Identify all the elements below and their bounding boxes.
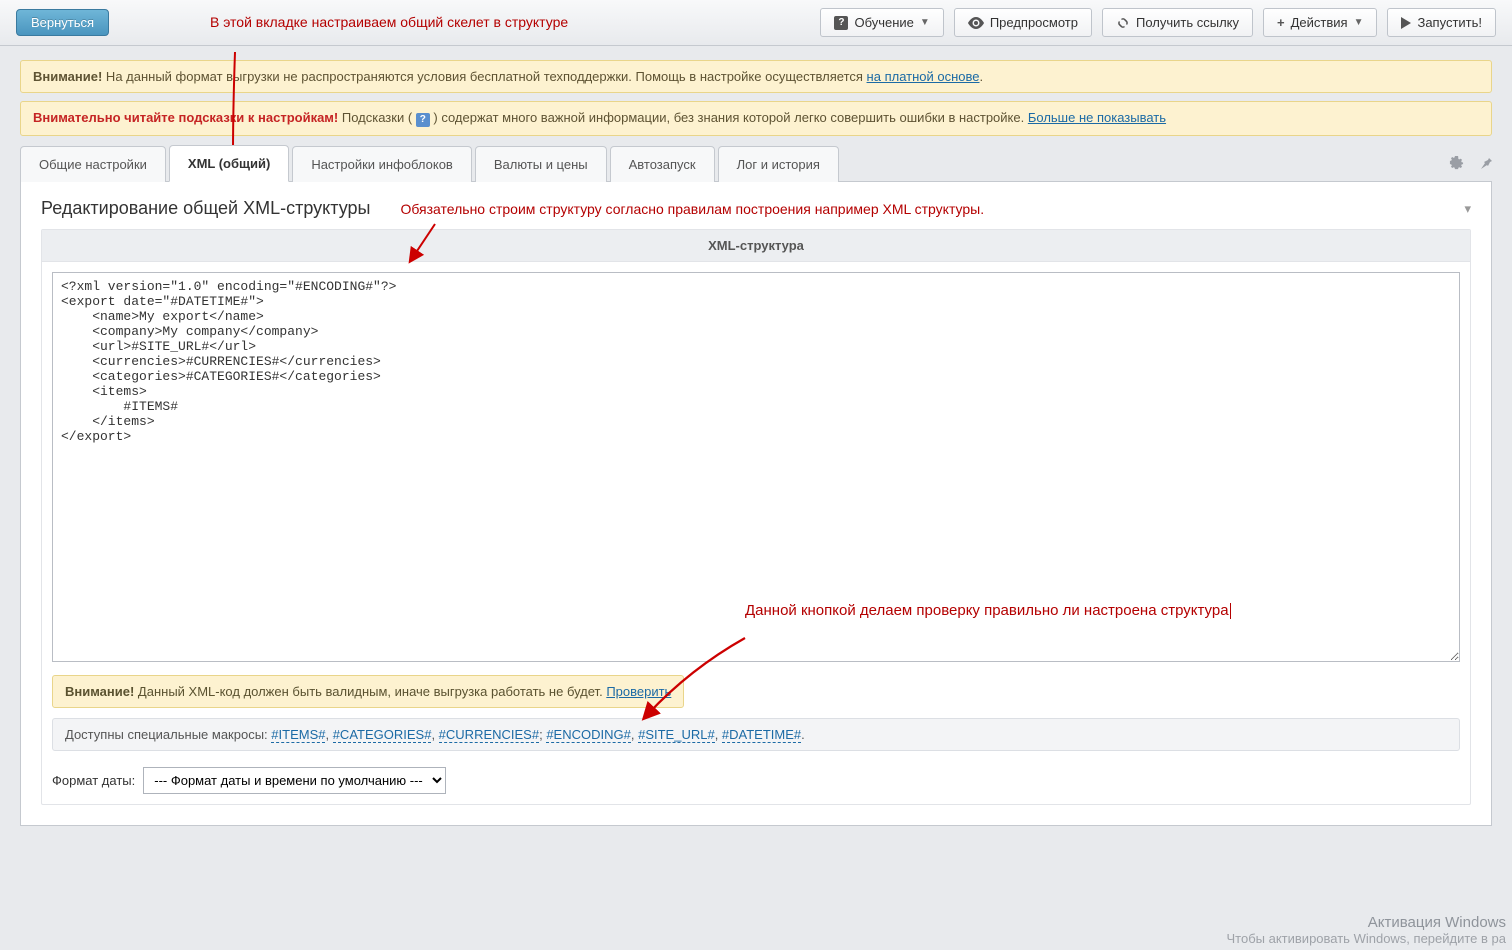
preview-label: Предпросмотр bbox=[990, 15, 1078, 30]
page-title: Редактирование общей XML-структуры bbox=[41, 198, 370, 219]
question-icon: ? bbox=[834, 16, 848, 30]
macros-bar: Доступны специальные макросы: #ITEMS#, #… bbox=[52, 718, 1460, 751]
tab-currencies[interactable]: Валюты и цены bbox=[475, 146, 607, 182]
alert-read-hints: Внимательно читайте подсказки к настройк… bbox=[20, 101, 1492, 136]
validate-text: Данный XML-код должен быть валидным, ина… bbox=[134, 684, 606, 699]
learn-label: Обучение bbox=[854, 15, 913, 30]
actions-label: Действия bbox=[1291, 15, 1348, 30]
annotation-build-note: Обязательно строим структуру согласно пр… bbox=[400, 201, 984, 217]
alert-hints-label: Внимательно читайте подсказки к настройк… bbox=[33, 110, 338, 125]
alert-attention-text: На данный формат выгрузки не распростран… bbox=[102, 69, 866, 84]
pin-icon[interactable] bbox=[1478, 155, 1492, 173]
tab-xml[interactable]: XML (общий) bbox=[169, 145, 289, 182]
date-format-select[interactable]: --- Формат даты и времени по умолчанию -… bbox=[143, 767, 446, 794]
eye-icon bbox=[968, 17, 984, 29]
alert-paid-support: Внимание! На данный формат выгрузки не р… bbox=[20, 60, 1492, 93]
hide-hints-link[interactable]: Больше не показывать bbox=[1028, 110, 1166, 125]
annotation-check-note: Данной кнопкой делаем проверку правильно… bbox=[745, 600, 1335, 621]
collapse-icon[interactable]: ▾ bbox=[1464, 201, 1471, 217]
xml-structure-title: XML-структура bbox=[42, 230, 1470, 262]
windows-activation-watermark: Активация Windows Чтобы активировать Win… bbox=[1227, 914, 1506, 946]
tab-iblocks[interactable]: Настройки инфоблоков bbox=[292, 146, 472, 182]
gear-icon[interactable] bbox=[1449, 155, 1464, 173]
date-format-row: Формат даты: --- Формат даты и времени п… bbox=[52, 767, 1460, 794]
validate-label: Внимание! bbox=[65, 684, 134, 699]
annotation-tab-note: В этой вкладке настраиваем общий скелет … bbox=[209, 13, 569, 32]
macro-token[interactable]: #ITEMS# bbox=[271, 727, 325, 743]
xml-structure-panel: XML-структура Внимание! Данный XML-код д… bbox=[41, 229, 1471, 805]
run-button[interactable]: Запустить! bbox=[1387, 8, 1496, 37]
actions-button[interactable]: + Действия ▼ bbox=[1263, 8, 1377, 37]
plus-icon: + bbox=[1277, 15, 1285, 30]
macro-token[interactable]: #CATEGORIES# bbox=[333, 727, 432, 743]
play-icon bbox=[1401, 17, 1411, 29]
alert-attention-label: Внимание! bbox=[33, 69, 102, 84]
validate-link[interactable]: Проверить bbox=[606, 684, 671, 699]
macro-token[interactable]: #SITE_URL# bbox=[638, 727, 715, 743]
tab-general[interactable]: Общие настройки bbox=[20, 146, 166, 182]
content-panel: Редактирование общей XML-структуры Обяза… bbox=[20, 182, 1492, 826]
get-link-button[interactable]: Получить ссылку bbox=[1102, 8, 1253, 37]
tabs-bar: Общие настройки XML (общий) Настройки ин… bbox=[20, 144, 1492, 182]
validate-bar: Внимание! Данный XML-код должен быть вал… bbox=[52, 675, 684, 708]
macros-label: Доступны специальные макросы: bbox=[65, 727, 271, 742]
back-button[interactable]: Вернуться bbox=[16, 9, 109, 36]
preview-button[interactable]: Предпросмотр bbox=[954, 8, 1092, 37]
chevron-down-icon: ▼ bbox=[920, 17, 930, 28]
help-icon: ? bbox=[416, 113, 430, 127]
tab-autostart[interactable]: Автозапуск bbox=[610, 146, 715, 182]
tab-log[interactable]: Лог и история bbox=[718, 146, 839, 182]
link-icon bbox=[1116, 16, 1130, 30]
macro-token[interactable]: #ENCODING# bbox=[546, 727, 631, 743]
run-label: Запустить! bbox=[1417, 15, 1482, 30]
macro-token[interactable]: #CURRENCIES# bbox=[439, 727, 539, 743]
learn-button[interactable]: ? Обучение ▼ bbox=[820, 8, 943, 37]
top-toolbar: Вернуться В этой вкладке настраиваем общ… bbox=[0, 0, 1512, 46]
date-format-label: Формат даты: bbox=[52, 773, 135, 788]
chevron-down-icon: ▼ bbox=[1354, 17, 1364, 28]
macro-token[interactable]: #DATETIME# bbox=[722, 727, 801, 743]
get-link-label: Получить ссылку bbox=[1136, 15, 1239, 30]
paid-basis-link[interactable]: на платной основе bbox=[867, 69, 980, 84]
